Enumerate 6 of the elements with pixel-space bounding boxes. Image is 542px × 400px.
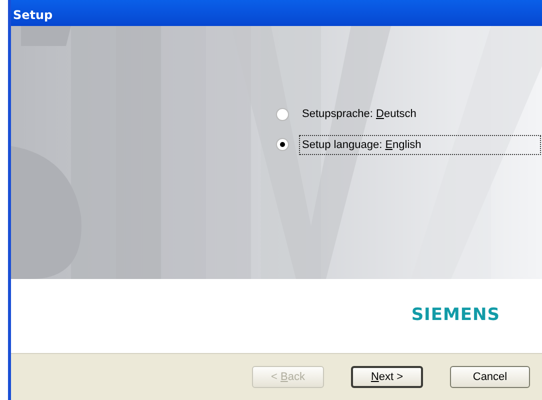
next-button[interactable]: Next >: [351, 366, 423, 388]
radio-label[interactable]: Setup language: English: [299, 134, 541, 155]
radio-label[interactable]: Setupsprache: Deutsch: [299, 104, 420, 124]
cancel-button[interactable]: Cancel: [450, 366, 530, 388]
logo: SIEMENS: [411, 304, 500, 328]
window-title: Setup: [11, 0, 542, 26]
